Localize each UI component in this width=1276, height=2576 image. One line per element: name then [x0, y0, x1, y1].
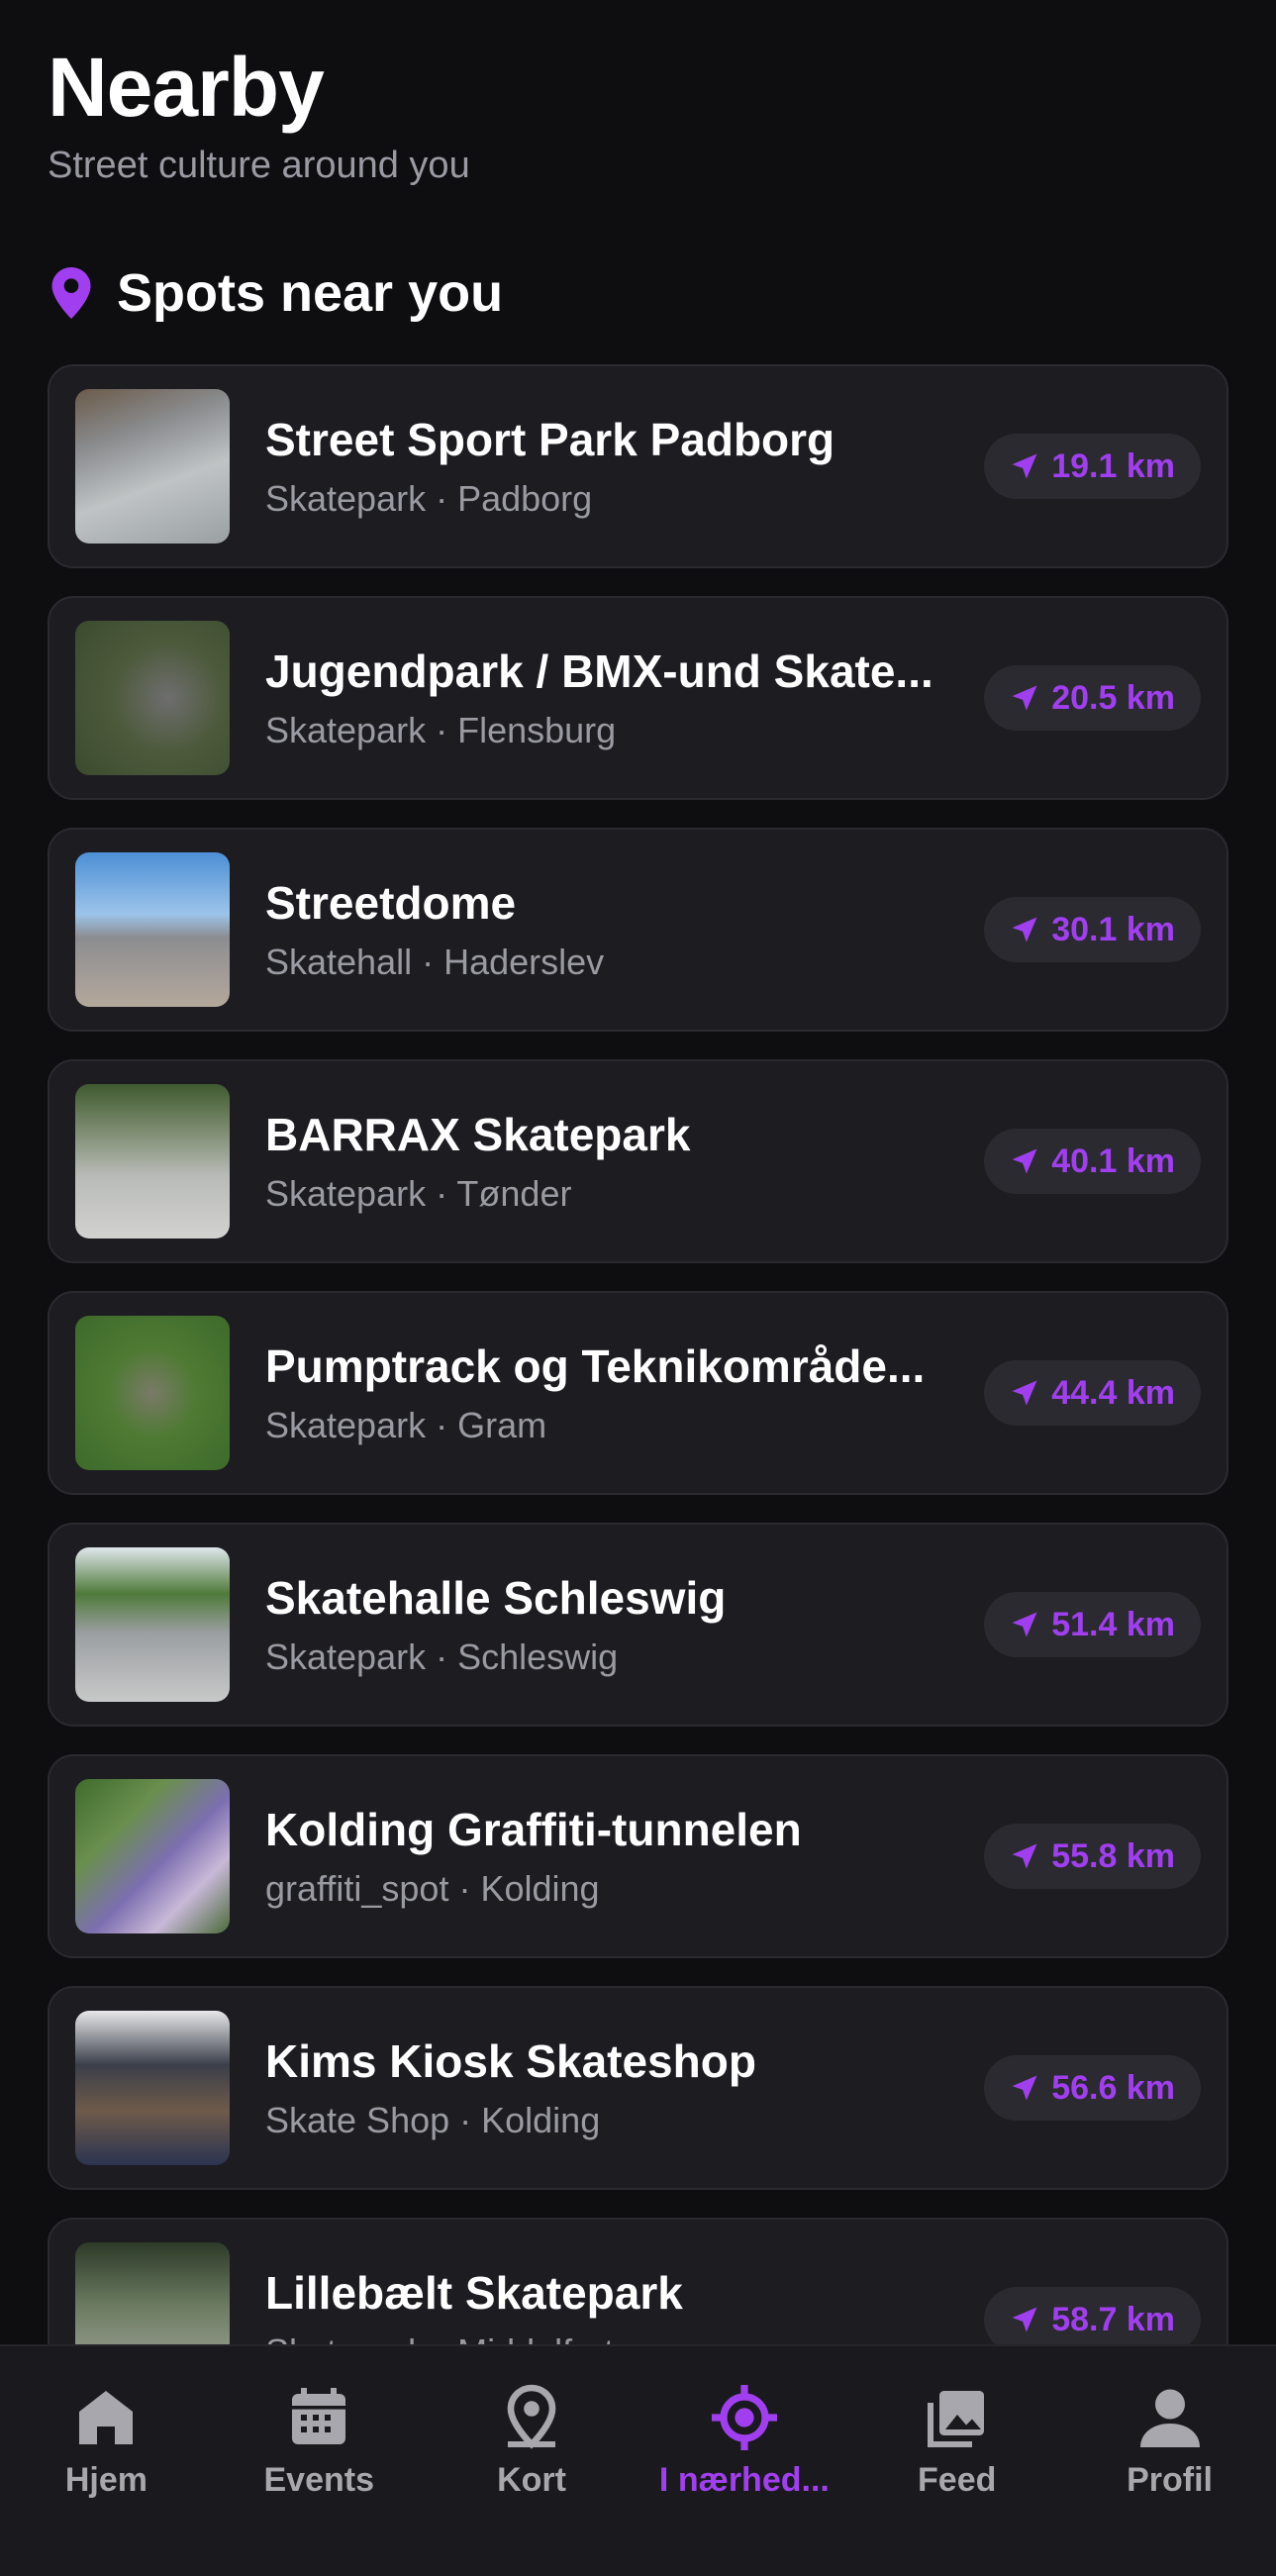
tab-feed[interactable]: Feed [858, 2382, 1056, 2500]
distance-value: 44.4 km [1051, 1373, 1175, 1412]
spot-card[interactable]: Streetdome Skatehall · Haderslev 30.1 km [48, 828, 1228, 1032]
navigation-arrow-icon [1012, 2307, 1037, 2332]
spot-meta: Skatepark · Tønder [265, 1173, 572, 1214]
spot-meta: Skatepark · Schleswig [265, 1636, 619, 1677]
tab-nearby[interactable]: I nærhed... [645, 2382, 843, 2500]
navigation-arrow-icon [1012, 917, 1037, 942]
spot-meta: Skatepark · Padborg [265, 478, 593, 519]
spot-thumbnail [75, 389, 230, 544]
location-pin-icon [51, 267, 91, 319]
distance-badge: 55.8 km [984, 1824, 1201, 1889]
spot-card[interactable]: Street Sport Park Padborg Skatepark · Pa… [48, 364, 1228, 568]
tab-bar: Hjem Events Kort I nærhed... Feed Profil [0, 2344, 1276, 2576]
navigation-arrow-icon [1012, 1380, 1037, 1406]
calendar-icon [292, 2388, 346, 2444]
spot-name: Jugendpark / BMX-und Skate... [265, 645, 933, 697]
page-subtitle: Street culture around you [48, 145, 470, 186]
spot-name: Pumptrack og Teknikområde... [265, 1340, 926, 1392]
tab-profil[interactable]: Profil [1071, 2382, 1269, 2500]
spot-card[interactable]: Kims Kiosk Skateshop Skate Shop · Koldin… [48, 1986, 1228, 2190]
navigation-arrow-icon [1012, 1843, 1037, 1869]
home-icon [79, 2391, 134, 2444]
spot-meta: graffiti_spot · Kolding [265, 1868, 600, 1909]
distance-value: 40.1 km [1051, 1141, 1175, 1180]
distance-value: 30.1 km [1051, 910, 1175, 948]
spot-meta: Skatehall · Haderslev [265, 941, 605, 982]
distance-badge: 56.6 km [984, 2055, 1201, 2121]
person-icon [1139, 2389, 1200, 2447]
spot-thumbnail [75, 852, 230, 1007]
spot-name: Street Sport Park Padborg [265, 414, 835, 465]
navigation-arrow-icon [1012, 685, 1037, 711]
spot-card[interactable]: BARRAX Skatepark Skatepark · Tønder 40.1… [48, 1059, 1228, 1263]
distance-badge: 51.4 km [984, 1592, 1201, 1657]
distance-badge: 40.1 km [984, 1129, 1201, 1194]
tab-label: Profil [1127, 2461, 1213, 2499]
distance-badge: 44.4 km [984, 1360, 1201, 1426]
section-title: Spots near you [117, 263, 504, 323]
map-pin-icon [507, 2384, 556, 2449]
distance-value: 20.5 km [1051, 678, 1175, 717]
spot-meta: Skatepark · Gram [265, 1405, 547, 1445]
distance-value: 56.6 km [1051, 2068, 1175, 2107]
target-icon [711, 2385, 777, 2450]
spot-card[interactable]: Pumptrack og Teknikområde... Skatepark ·… [48, 1291, 1228, 1495]
distance-badge: 58.7 km [984, 2287, 1201, 2352]
spot-name: Skatehalle Schleswig [265, 1572, 727, 1624]
spot-thumbnail [75, 1547, 230, 1702]
distance-value: 55.8 km [1051, 1836, 1175, 1875]
spot-card[interactable]: Kolding Graffiti-tunnelen graffiti_spot … [48, 1754, 1228, 1958]
distance-badge: 20.5 km [984, 665, 1201, 731]
page-title: Nearby [48, 41, 325, 134]
spot-meta: Skate Shop · Kolding [265, 2100, 601, 2140]
distance-value: 51.4 km [1051, 1605, 1175, 1643]
tab-hjem[interactable]: Hjem [7, 2382, 205, 2500]
photos-icon [927, 2391, 984, 2447]
spot-name: Kolding Graffiti-tunnelen [265, 1804, 802, 1855]
section-header: Spots near you [51, 262, 503, 324]
distance-value: 19.1 km [1051, 446, 1175, 485]
spots-list: Street Sport Park Padborg Skatepark · Pa… [48, 364, 1228, 2449]
navigation-arrow-icon [1012, 453, 1037, 479]
tab-label: I nærhed... [658, 2461, 830, 2499]
spot-name: Lillebælt Skatepark [265, 2267, 683, 2319]
tab-label: Feed [918, 2461, 997, 2499]
spot-thumbnail [75, 1316, 230, 1470]
tab-label: Kort [497, 2461, 566, 2499]
tab-label: Hjem [64, 2461, 147, 2499]
tab-events[interactable]: Events [220, 2382, 418, 2500]
navigation-arrow-icon [1012, 2075, 1037, 2101]
spot-meta: Skatepark · Flensburg [265, 710, 617, 750]
spot-thumbnail [75, 1779, 230, 1933]
spot-thumbnail [75, 621, 230, 775]
spot-name: Kims Kiosk Skateshop [265, 2035, 756, 2087]
spot-thumbnail [75, 2011, 230, 2165]
spot-name: Streetdome [265, 877, 517, 929]
distance-value: 58.7 km [1051, 2300, 1175, 2338]
spot-card[interactable]: Jugendpark / BMX-und Skate... Skatepark … [48, 596, 1228, 800]
distance-badge: 19.1 km [984, 434, 1201, 499]
tab-label: Events [263, 2461, 374, 2499]
tab-kort[interactable]: Kort [433, 2382, 631, 2500]
header: Nearby Street culture around you [48, 40, 470, 187]
spot-thumbnail [75, 1084, 230, 1238]
distance-badge: 30.1 km [984, 897, 1201, 962]
navigation-arrow-icon [1012, 1612, 1037, 1637]
spot-name: BARRAX Skatepark [265, 1109, 691, 1160]
spot-card[interactable]: Skatehalle Schleswig Skatepark · Schlesw… [48, 1523, 1228, 1727]
navigation-arrow-icon [1012, 1148, 1037, 1174]
